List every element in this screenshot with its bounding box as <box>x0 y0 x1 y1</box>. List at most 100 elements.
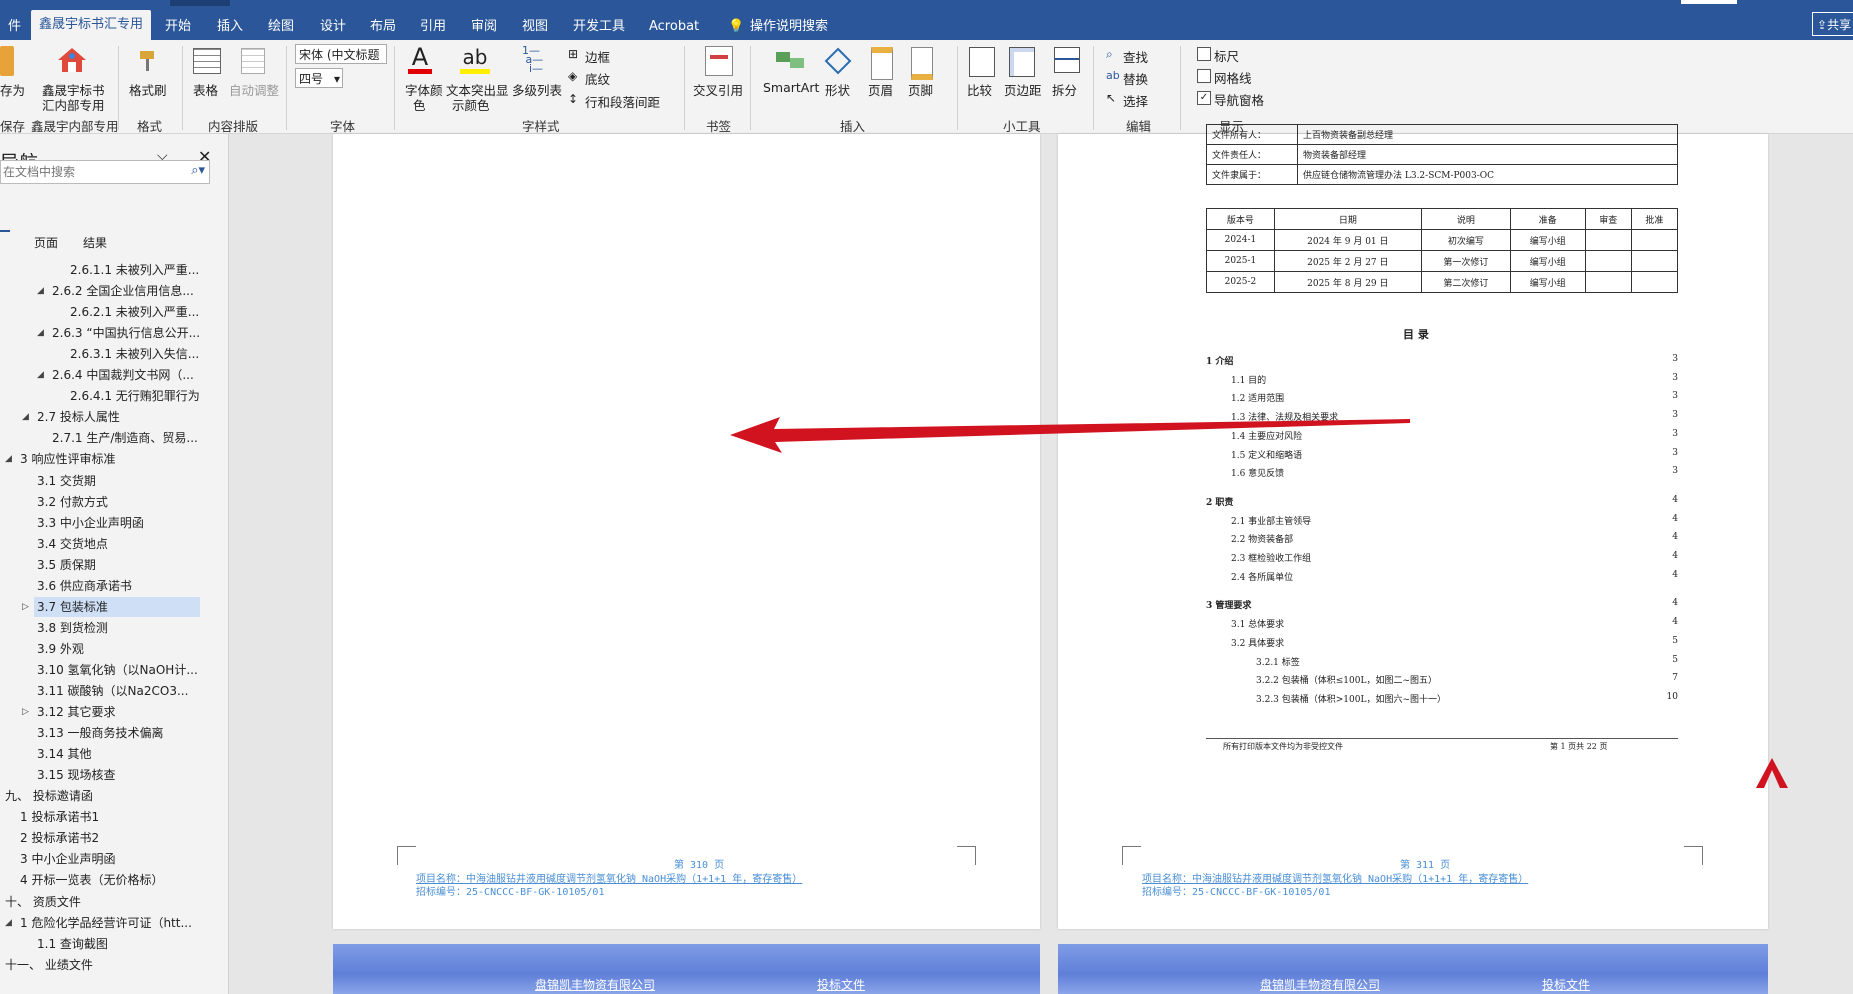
nav-heading-item[interactable]: 2.6.2.1 未被列入严重... <box>70 302 199 322</box>
tab-home[interactable]: 开始 <box>157 14 199 40</box>
nav-heading-item[interactable]: 1 危险化学品经营许可证（htt... <box>20 913 192 933</box>
nav-heading-item[interactable]: 2.6.3.1 未被列入失信... <box>70 344 199 364</box>
cross-reference-icon[interactable] <box>705 46 733 76</box>
nav-heading-item[interactable]: 3.4 交货地点 <box>37 534 108 554</box>
nav-heading-item[interactable]: 3.10 氢氧化钠（以NaOH计... <box>37 660 198 680</box>
ruler-checkbox[interactable] <box>1197 47 1211 61</box>
tab-results[interactable]: 结果 <box>83 234 107 251</box>
toc-entry[interactable]: 3.2.3 包装桶（体积>100L，如图六~图十一）..............… <box>1256 691 1678 705</box>
font-color-button-l2[interactable]: 色 <box>413 95 426 114</box>
nav-search-box[interactable]: ⌕▾ <box>0 160 210 184</box>
navpane-checkbox[interactable]: ✓ <box>1197 91 1211 105</box>
toc-entry[interactable]: 2.4 各所属单位...............................… <box>1231 569 1678 583</box>
compare-button[interactable]: 比较 <box>967 80 992 99</box>
tab-acrobat[interactable]: Acrobat <box>641 14 707 40</box>
tab-design[interactable]: 设计 <box>312 14 354 40</box>
format-painter-button[interactable]: 格式刷 <box>129 80 167 99</box>
save-as-icon[interactable] <box>0 46 14 76</box>
smartart-icon[interactable] <box>774 48 806 72</box>
autofit-button[interactable]: 自动调整 <box>229 80 279 99</box>
highlight-button-l2[interactable]: 示颜色 <box>452 95 490 114</box>
select-button[interactable]: 选择 <box>1123 91 1148 110</box>
margins-icon[interactable] <box>1009 47 1035 77</box>
nav-heading-item[interactable]: 2.6.1.1 未被列入严重... <box>70 260 199 280</box>
toc-entry[interactable]: 2.1 事业部主管领导.............................… <box>1231 513 1678 527</box>
nav-heading-item[interactable]: 3.13 一般商务技术偏离 <box>37 723 164 743</box>
compare-icon[interactable] <box>969 47 995 77</box>
toc-entry[interactable]: 3.2.1 标签................................… <box>1256 654 1678 668</box>
shapes-button[interactable]: 形状 <box>825 80 850 99</box>
toc-entry[interactable]: 2 职责....................................… <box>1206 494 1678 508</box>
nav-heading-item[interactable]: 3.14 其他 <box>37 744 92 764</box>
shading-button[interactable]: 底纹 <box>585 69 610 88</box>
font-size-combo[interactable]: 四号 ▾ <box>295 68 343 88</box>
tab-review[interactable]: 审阅 <box>463 14 505 40</box>
table-button[interactable]: 表格 <box>193 80 218 99</box>
footer-button[interactable]: 页脚 <box>908 80 933 99</box>
nav-heading-item[interactable]: 3.6 供应商承诺书 <box>37 576 132 596</box>
nav-heading-item[interactable]: 2.6.4 中国裁判文书网（... <box>52 365 194 385</box>
tell-me-search[interactable]: 操作说明搜索 <box>742 14 836 40</box>
nav-heading-item[interactable]: 2 投标承诺书2 <box>20 828 99 848</box>
tab-draw[interactable]: 绘图 <box>260 14 302 40</box>
nav-heading-item[interactable]: 十、 资质文件 <box>5 892 81 912</box>
split-button[interactable]: 拆分 <box>1052 80 1077 99</box>
margins-button[interactable]: 页边距 <box>1004 80 1042 99</box>
expand-icon[interactable]: ▷ <box>22 602 29 612</box>
tab-references[interactable]: 引用 <box>412 14 454 40</box>
nav-heading-item[interactable]: 3.3 中小企业声明函 <box>37 513 144 533</box>
collapse-icon[interactable]: ◢ <box>37 370 44 380</box>
nav-heading-item[interactable]: 3.15 现场核查 <box>37 765 116 785</box>
nav-heading-item[interactable]: 2.7.1 生产/制造商、贸易... <box>52 428 198 448</box>
tab-xsy[interactable]: 鑫晟宇标书汇专用 <box>31 10 152 40</box>
table-icon[interactable] <box>193 48 221 74</box>
nav-heading-item[interactable]: 1.1 查询截图 <box>37 934 108 954</box>
replace-button[interactable]: 替换 <box>1123 69 1148 88</box>
autofit-icon[interactable] <box>241 48 265 74</box>
toc-entry[interactable]: 3.2 具体要求................................… <box>1231 635 1678 649</box>
toc-entry[interactable]: 1.2 适用范围................................… <box>1231 391 1678 404</box>
multilevel-list-button[interactable]: 多级列表 <box>512 80 562 99</box>
nav-search-input[interactable] <box>1 161 175 183</box>
share-button[interactable]: ⇪共享 <box>1812 12 1853 36</box>
nav-heading-item[interactable]: 九、 投标邀请函 <box>5 786 93 806</box>
tab-layout[interactable]: 布局 <box>362 14 404 40</box>
nav-heading-item[interactable]: 3.5 质保期 <box>37 555 96 575</box>
nav-heading-item[interactable]: 3.11 碳酸钠（以Na2CO3... <box>37 681 188 701</box>
toc-entry[interactable]: 3.2.2 包装桶（体积≤100L，如图二~图五）...............… <box>1256 673 1678 686</box>
collapse-icon[interactable]: ◢ <box>37 328 44 338</box>
tab-view[interactable]: 视图 <box>514 14 556 40</box>
header-button[interactable]: 页眉 <box>868 80 893 99</box>
nav-heading-item[interactable]: 2.6.2 全国企业信用信息... <box>52 281 194 301</box>
nav-heading-item[interactable]: 3 响应性评审标准 <box>20 449 115 469</box>
tab-insert[interactable]: 插入 <box>209 14 251 40</box>
nav-heading-item[interactable]: 1 投标承诺书1 <box>20 807 99 827</box>
toc-entry[interactable]: 3 管理要求..................................… <box>1206 598 1678 611</box>
gridlines-checkbox[interactable] <box>1197 69 1211 83</box>
border-button[interactable]: 边框 <box>585 47 610 66</box>
header-icon[interactable] <box>871 47 893 80</box>
nav-heading-item[interactable]: 2.6.4.1 无行贿犯罪行为 <box>70 386 200 406</box>
toc-entry[interactable]: 1.1 目的..................................… <box>1231 372 1678 386</box>
nav-heading-item[interactable]: 4 开标一览表（无价格标） <box>20 870 163 890</box>
find-button[interactable]: 查找 <box>1123 47 1148 66</box>
nav-heading-item[interactable]: 3.2 付款方式 <box>37 492 108 512</box>
tab-file[interactable]: 件 <box>0 14 29 40</box>
collapse-icon[interactable]: ◢ <box>22 412 29 422</box>
nav-heading-item[interactable]: 3.12 其它要求 <box>37 702 116 722</box>
nav-heading-item[interactable]: 3.9 外观 <box>37 639 84 659</box>
cross-reference-button[interactable]: 交叉引用 <box>693 80 743 99</box>
nav-heading-item[interactable]: 十一、 业绩文件 <box>5 955 93 975</box>
toc-entry[interactable]: 2.3 框检验收工作组.............................… <box>1231 551 1678 564</box>
page-310[interactable]: 第 310 页 项目名称：中海油服钻井液用碱度调节剂氢氧化钠 NaOH采购（1+… <box>333 134 1040 929</box>
font-name-combo[interactable]: 宋体 (中文标题 <box>295 44 387 64</box>
house-icon[interactable] <box>56 46 88 74</box>
collapse-icon[interactable]: ◢ <box>5 454 12 464</box>
tab-pages[interactable]: 页面 <box>34 234 58 251</box>
page-311[interactable]: 文件所有人： 上百物资装备副总经理 文件责任人： 物资装备部经理 文件隶属于： 供应链… <box>1058 124 1768 929</box>
toc-entry[interactable]: 3.1 总体要求................................… <box>1231 617 1678 630</box>
line-spacing-button[interactable]: 行和段落间距 <box>585 92 660 111</box>
nav-heading-item[interactable]: 3 中小企业声明函 <box>20 849 115 869</box>
collapse-icon[interactable]: ◢ <box>37 286 44 296</box>
nav-heading-item[interactable]: 2.6.3 “中国执行信息公开... <box>52 323 200 343</box>
